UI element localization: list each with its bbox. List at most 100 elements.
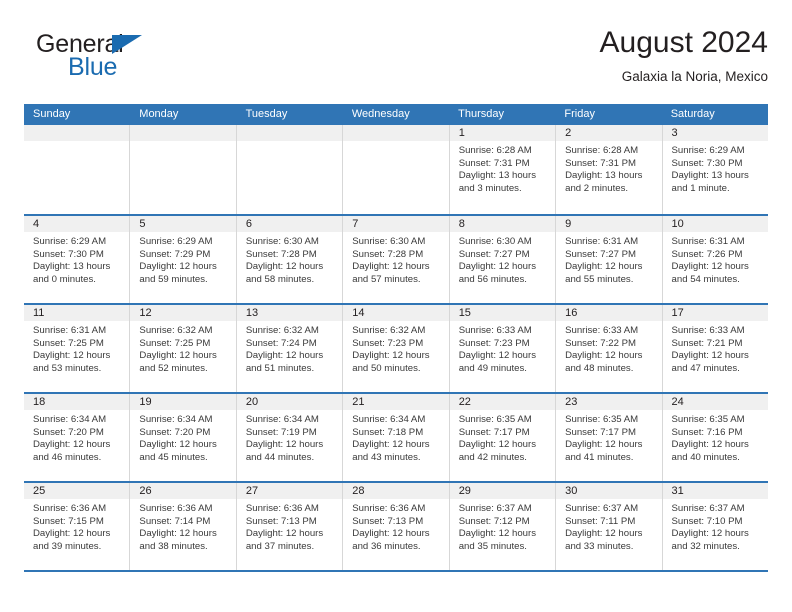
day-cell[interactable]: 19 Sunrise: 6:34 AM Sunset: 7:20 PM Dayligh… (130, 394, 237, 481)
day-sun-info: Sunrise: 6:30 AM Sunset: 7:28 PM Daylight:… (237, 232, 342, 286)
day-info-line: Sunset: 7:18 PM (352, 426, 424, 438)
day-cell[interactable]: 30 Sunrise: 6:37 AM Sunset: 7:11 PM Dayligh… (556, 483, 663, 570)
day-cell[interactable]: 5 Sunrise: 6:29 AM Sunset: 7:29 PM Daylight… (130, 216, 237, 303)
day-cell[interactable]: 15 Sunrise: 6:33 AM Sunset: 7:23 PM Dayligh… (449, 305, 557, 392)
week-row: 25 Sunrise: 6:36 AM Sunset: 7:15 PM Dayligh… (24, 481, 768, 570)
day-sun-info: Sunrise: 6:34 AM Sunset: 7:18 PM Daylight:… (343, 410, 448, 464)
day-info-line: and 58 minutes. (245, 273, 315, 285)
day-info-line: Sunrise: 6:33 AM (565, 325, 639, 336)
day-number: 4 (24, 216, 130, 232)
day-cell[interactable]: 18 Sunrise: 6:34 AM Sunset: 7:20 PM Dayligh… (24, 394, 131, 481)
day-info-line: Daylight: 12 hours (458, 261, 537, 273)
day-cell[interactable]: 22 Sunrise: 6:35 AM Sunset: 7:17 PM Dayligh… (449, 394, 557, 481)
day-info-line: Daylight: 12 hours (352, 439, 430, 451)
day-cell[interactable]: 29 Sunrise: 6:37 AM Sunset: 7:12 PM Dayligh… (449, 483, 557, 570)
day-info-line: Sunrise: 6:35 AM (458, 414, 532, 425)
day-info-line: Sunset: 7:12 PM (458, 515, 530, 527)
day-cell[interactable]: 3 Sunrise: 6:29 AM Sunset: 7:30 PM Daylight… (662, 125, 768, 214)
day-cell-empty (236, 125, 344, 214)
blue-triangle-icon (112, 35, 142, 54)
day-cell[interactable]: 2 Sunrise: 6:28 AM Sunset: 7:31 PM Daylight… (556, 125, 663, 214)
day-info-line: Sunrise: 6:28 AM (565, 145, 639, 156)
day-number: 9 (556, 216, 662, 232)
weekday-header-row: Sunday Monday Tuesday Wednesday Thursday Frid… (24, 104, 768, 125)
day-cell[interactable]: 25 Sunrise: 6:36 AM Sunset: 7:15 PM Dayligh… (24, 483, 131, 570)
day-cell[interactable]: 23 Sunrise: 6:35 AM Sunset: 7:17 PM Dayligh… (556, 394, 663, 481)
day-number: 27 (236, 483, 343, 499)
day-cell[interactable]: 21 Sunrise: 6:34 AM Sunset: 7:18 PM Dayligh… (343, 394, 450, 481)
day-sun-info: Sunrise: 6:30 AM Sunset: 7:27 PM Daylight:… (450, 232, 555, 286)
week-row: 4 Sunrise: 6:29 AM Sunset: 7:30 PM Daylight… (24, 214, 768, 303)
day-info-line: Sunrise: 6:35 AM (565, 414, 639, 425)
day-sun-info: Sunrise: 6:36 AM Sunset: 7:14 PM Daylight:… (130, 499, 235, 553)
day-info-line: Daylight: 12 hours (671, 439, 749, 451)
day-info-line: Sunrise: 6:36 AM (33, 503, 107, 514)
day-cell[interactable]: 27 Sunrise: 6:36 AM Sunset: 7:13 PM Dayligh… (236, 483, 344, 570)
day-info-line: and 2 minutes. (565, 182, 629, 194)
day-number: 13 (236, 305, 343, 321)
day-sun-info: Sunrise: 6:34 AM Sunset: 7:20 PM Daylight:… (130, 410, 235, 464)
day-sun-info: Sunrise: 6:35 AM Sunset: 7:17 PM Daylight:… (450, 410, 555, 464)
day-info-line: and 45 minutes. (139, 451, 208, 463)
day-cell[interactable]: 20 Sunrise: 6:34 AM Sunset: 7:19 PM Dayligh… (236, 394, 344, 481)
day-info-line: Sunrise: 6:29 AM (33, 236, 107, 247)
day-info-line: Daylight: 12 hours (33, 439, 111, 451)
day-info-line: and 52 minutes. (139, 362, 208, 374)
day-cell[interactable]: 16 Sunrise: 6:33 AM Sunset: 7:22 PM Dayligh… (556, 305, 663, 392)
day-cell[interactable]: 8 Sunrise: 6:30 AM Sunset: 7:27 PM Daylight… (449, 216, 557, 303)
day-info-line: Sunset: 7:30 PM (671, 157, 743, 169)
page-header: General Blue August 2024 Galaxia la Nori… (24, 24, 768, 98)
page-title: August 2024 (599, 26, 768, 59)
day-info-line: and 46 minutes. (33, 451, 102, 463)
day-info-line: and 37 minutes. (245, 540, 315, 552)
day-info-line: and 49 minutes. (458, 362, 527, 374)
day-info-line: and 56 minutes. (458, 273, 527, 285)
title-block: August 2024 Galaxia la Noria, Mexico (600, 24, 768, 87)
day-info-line: Daylight: 12 hours (565, 261, 643, 273)
day-info-line: Daylight: 12 hours (245, 350, 324, 362)
weekday-header-tuesday: Tuesday (245, 108, 288, 120)
general-blue-logo[interactable]: General Blue (36, 30, 266, 86)
day-cell[interactable]: 28 Sunrise: 6:36 AM Sunset: 7:13 PM Dayligh… (343, 483, 450, 570)
day-cell[interactable]: 10 Sunrise: 6:31 AM Sunset: 7:26 PM Dayligh… (662, 216, 768, 303)
day-cell[interactable]: 9 Sunrise: 6:31 AM Sunset: 7:27 PM Daylight… (556, 216, 663, 303)
day-sun-info: Sunrise: 6:29 AM Sunset: 7:30 PM Daylight:… (663, 141, 768, 195)
day-cell[interactable]: 4 Sunrise: 6:29 AM Sunset: 7:30 PM Daylight… (24, 216, 131, 303)
day-cell[interactable]: 13 Sunrise: 6:32 AM Sunset: 7:24 PM Dayligh… (236, 305, 344, 392)
day-cell[interactable]: 26 Sunrise: 6:36 AM Sunset: 7:14 PM Dayligh… (130, 483, 237, 570)
day-info-line: Sunset: 7:17 PM (458, 426, 530, 438)
day-sun-info: Sunrise: 6:35 AM Sunset: 7:16 PM Daylight:… (663, 410, 768, 464)
day-number (130, 125, 236, 141)
day-cell[interactable]: 24 Sunrise: 6:35 AM Sunset: 7:16 PM Dayligh… (662, 394, 768, 481)
day-info-line: Sunset: 7:27 PM (458, 248, 530, 260)
day-info-line: Sunset: 7:13 PM (352, 515, 424, 527)
day-info-line: and 0 minutes. (33, 273, 96, 285)
day-cell[interactable]: 31 Sunrise: 6:37 AM Sunset: 7:10 PM Dayligh… (662, 483, 768, 570)
day-number: 1 (449, 125, 556, 141)
day-sun-info: Sunrise: 6:35 AM Sunset: 7:17 PM Daylight:… (556, 410, 661, 464)
day-info-line: and 48 minutes. (565, 362, 634, 374)
day-cell-empty (130, 125, 237, 214)
day-cell[interactable]: 17 Sunrise: 6:33 AM Sunset: 7:21 PM Dayligh… (662, 305, 768, 392)
day-cell[interactable]: 14 Sunrise: 6:32 AM Sunset: 7:23 PM Dayligh… (343, 305, 450, 392)
day-number: 14 (343, 305, 449, 321)
day-info-line: Daylight: 12 hours (33, 528, 111, 540)
day-info-line: and 41 minutes. (565, 451, 634, 463)
day-cell[interactable]: 11 Sunrise: 6:31 AM Sunset: 7:25 PM Dayligh… (24, 305, 131, 392)
day-sun-info: Sunrise: 6:31 AM Sunset: 7:26 PM Daylight:… (663, 232, 768, 286)
day-info-line: Sunrise: 6:36 AM (139, 503, 213, 514)
day-info-line: Sunrise: 6:34 AM (245, 414, 319, 425)
day-info-line: Sunrise: 6:32 AM (352, 325, 426, 336)
day-cell-empty (24, 125, 131, 214)
day-number: 10 (662, 216, 768, 232)
day-cell[interactable]: 7 Sunrise: 6:30 AM Sunset: 7:28 PM Daylight… (343, 216, 450, 303)
day-info-line: and 54 minutes. (671, 273, 740, 285)
day-info-line: Sunset: 7:28 PM (352, 248, 424, 260)
day-cell[interactable]: 12 Sunrise: 6:32 AM Sunset: 7:25 PM Dayligh… (130, 305, 237, 392)
day-info-line: Sunrise: 6:31 AM (565, 236, 639, 247)
day-cell[interactable]: 1 Sunrise: 6:28 AM Sunset: 7:31 PM Daylight… (449, 125, 557, 214)
day-info-line: and 33 minutes. (565, 540, 634, 552)
day-info-line: and 55 minutes. (565, 273, 634, 285)
day-info-line: Sunset: 7:15 PM (33, 515, 104, 527)
day-cell[interactable]: 6 Sunrise: 6:30 AM Sunset: 7:28 PM Daylight… (236, 216, 344, 303)
